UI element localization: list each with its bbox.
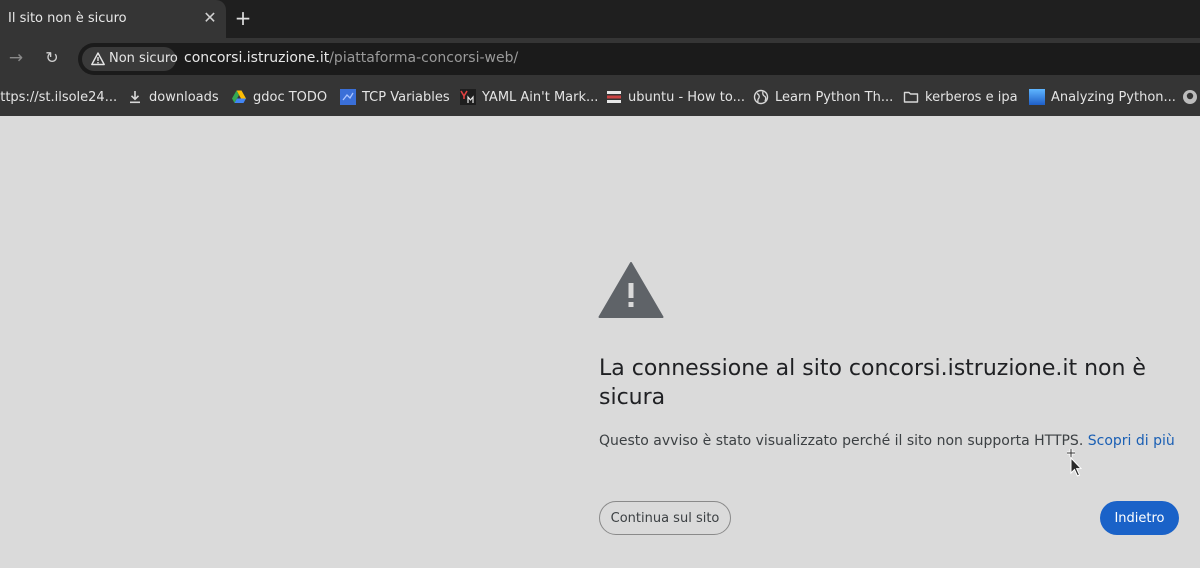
- tab-strip: Il sito non è sicuro ✕ +: [0, 0, 1200, 38]
- reload-icon[interactable]: ↻: [42, 48, 62, 68]
- bookmark-item[interactable]: downloads: [127, 88, 219, 106]
- askubuntu-favicon: [607, 91, 621, 103]
- bookmark-label: Analyzing Python...: [1051, 89, 1176, 105]
- bookmark-label: Learn Python Th...: [775, 89, 894, 105]
- bookmark-item[interactable]: https://st.ilsole24...: [0, 88, 117, 106]
- bookmark-item[interactable]: YAML Ain't Mark...: [460, 88, 598, 106]
- security-label: Non sicuro: [109, 51, 178, 66]
- back-button[interactable]: Indietro: [1100, 501, 1179, 535]
- bookmark-item[interactable]: Analyzing Python...: [1029, 88, 1176, 106]
- mouse-cursor-icon: [1067, 449, 1083, 477]
- bookmarks-bar: https://st.ilsole24... downloads gdoc TO…: [0, 78, 1200, 116]
- new-tab-button[interactable]: +: [233, 8, 253, 28]
- tab-title: Il sito non è sicuro: [8, 11, 127, 26]
- google-drive-icon: [232, 90, 246, 103]
- site-favicon: [340, 89, 356, 105]
- warning-triangle-icon: [598, 262, 664, 318]
- address-bar[interactable]: Non sicuro concorsi.istruzione.it/piatta…: [78, 43, 1200, 75]
- url-path: /piattaforma-concorsi-web/: [329, 50, 519, 66]
- bookmark-label: https://st.ilsole24...: [0, 89, 118, 105]
- bookmark-label: TCP Variables: [362, 89, 450, 105]
- bookmark-item[interactable]: ubuntu - How to...: [606, 88, 745, 106]
- security-indicator-chip[interactable]: Non sicuro: [82, 47, 178, 71]
- close-tab-icon[interactable]: ✕: [202, 10, 218, 26]
- url-host: concorsi.istruzione.it: [184, 50, 330, 66]
- bookmark-label: downloads: [149, 89, 219, 105]
- explanation-text: Questo avviso è stato visualizzato perch…: [599, 431, 1179, 451]
- bookmark-label: ubuntu - How to...: [628, 89, 745, 105]
- bookmark-item[interactable]: Learn Python Th...: [753, 88, 893, 106]
- bookmark-item[interactable]: gdoc TODO: [231, 88, 327, 106]
- github-icon[interactable]: [1182, 89, 1198, 105]
- globe-icon: [753, 89, 769, 105]
- interstitial-page: La connessione al sito concorsi.istruzio…: [0, 116, 1200, 568]
- learn-more-link[interactable]: Scopri di più: [1088, 433, 1175, 449]
- bookmark-item[interactable]: TCP Variables: [340, 88, 450, 106]
- forward-arrow-icon[interactable]: →: [6, 48, 26, 68]
- bookmark-label: kerberos e ipa: [925, 89, 1018, 105]
- warning-icon: [91, 52, 105, 66]
- active-tab[interactable]: Il sito non è sicuro ✕: [0, 0, 226, 38]
- site-favicon: [1029, 89, 1045, 105]
- download-icon: [130, 91, 140, 104]
- bookmark-label: YAML Ain't Mark...: [482, 89, 599, 105]
- page-title: La connessione al sito concorsi.istruzio…: [599, 356, 1146, 410]
- bookmark-label: gdoc TODO: [253, 89, 328, 105]
- proceed-to-site-button[interactable]: Continua sul sito: [599, 501, 731, 535]
- explanation-body: Questo avviso è stato visualizzato perch…: [599, 433, 1084, 449]
- folder-icon: [903, 91, 919, 103]
- bookmark-item[interactable]: kerberos e ipa: [903, 88, 1018, 106]
- url-text[interactable]: concorsi.istruzione.it/piattaforma-conco…: [184, 50, 518, 66]
- yaml-favicon: [460, 89, 476, 105]
- browser-toolbar: → ↻ Non sicuro concorsi.istruzione.it/pi…: [0, 38, 1200, 78]
